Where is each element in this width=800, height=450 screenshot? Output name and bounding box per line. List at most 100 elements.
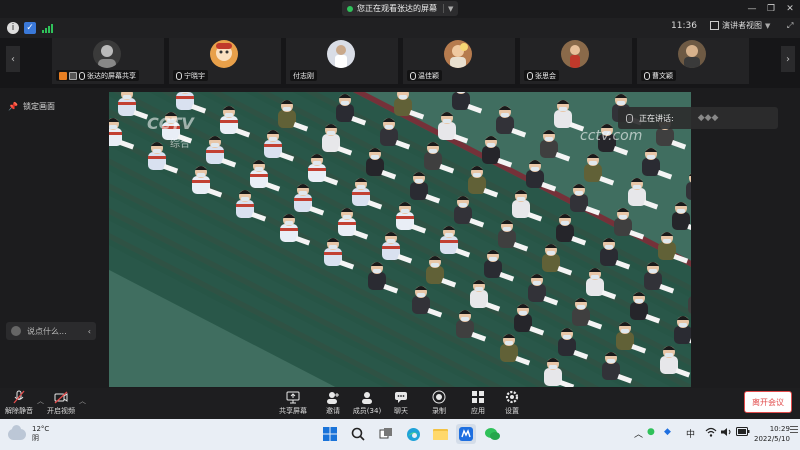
file-explorer-icon[interactable] (430, 424, 450, 444)
cctv-com-watermark: cctv.com (580, 128, 643, 144)
host-icon (59, 71, 67, 80)
participant-name: 张达的屏幕共享 (87, 71, 136, 80)
windows-start-icon[interactable] (320, 424, 340, 444)
participant-name: 宁晓宇 (184, 71, 205, 80)
avatar (327, 40, 355, 68)
start-video-button[interactable]: 开启视频 (46, 390, 76, 418)
participant-tile[interactable]: 张思会 (520, 38, 632, 84)
chat-bubble-icon (394, 390, 408, 404)
info-icon[interactable]: i (7, 22, 19, 34)
chevron-down-icon: ▼ (765, 21, 771, 30)
battery-icon[interactable] (736, 427, 750, 439)
edge-browser-icon[interactable] (403, 424, 423, 444)
restore-icon[interactable]: ❐ (763, 2, 779, 16)
temperature: 12°C (32, 425, 50, 433)
participant-name-tag: 曹文颖 (641, 70, 676, 81)
sharing-indicator-icon (347, 5, 353, 12)
notification-icon[interactable] (790, 426, 798, 442)
collapse-chat-icon[interactable]: ‹ (88, 327, 91, 336)
avatar (210, 40, 238, 68)
avatar (678, 40, 706, 68)
apps-button[interactable]: 应用 (463, 390, 493, 418)
settings-button[interactable]: 设置 (497, 390, 527, 418)
task-view-icon[interactable] (376, 424, 396, 444)
meeting-clock: 11:36 (671, 21, 697, 31)
speaking-wave-icon: ◆◆◆ (697, 113, 719, 123)
apps-grid-icon (471, 390, 485, 404)
participant-name-tag: 温佳颖 (407, 70, 442, 81)
mic-icon (176, 71, 182, 80)
participant-tile[interactable]: 宁晓宇 (169, 38, 281, 84)
system-date: 2022/5/10 (754, 435, 790, 443)
mic-icon (79, 71, 85, 80)
strip-prev-icon[interactable]: ‹ (6, 46, 20, 72)
chevron-down-icon[interactable]: ▼ (448, 5, 453, 13)
camera-off-icon (54, 390, 68, 404)
volume-icon[interactable] (720, 427, 732, 440)
view-mode-button[interactable]: 演讲者视图 ▼ (710, 20, 770, 31)
weather-condition: 阴 (32, 434, 39, 442)
search-icon[interactable] (348, 424, 368, 444)
channel-label: 综合 (170, 139, 190, 150)
participant-name-tag: 宁晓宇 (173, 70, 208, 81)
gear-icon (505, 390, 519, 404)
cctv-logo: CCTV (147, 114, 194, 133)
participant-tile[interactable]: 温佳颖 (403, 38, 515, 84)
system-clock[interactable]: 10:29 2022/5/10 (754, 424, 790, 444)
tray-overflow-icon[interactable]: ︿ (634, 427, 643, 440)
screen-share-banner[interactable]: 您正在观看张达的屏幕 ▼ (342, 1, 458, 16)
participant-tile[interactable]: 曹文颖 (637, 38, 749, 84)
invite-button[interactable]: 邀请 (318, 390, 348, 418)
system-time: 10:29 (769, 425, 790, 433)
input-method-indicator[interactable]: 中 (686, 427, 695, 440)
mic-icon (527, 71, 533, 80)
unmute-label: 解除静音 (5, 407, 33, 415)
participant-name: 付志刚 (293, 71, 314, 80)
participant-name-tag: 付志刚 (290, 70, 317, 81)
participant-name: 张思会 (535, 71, 556, 80)
minimize-icon[interactable]: — (744, 2, 760, 16)
settings-label: 设置 (505, 407, 519, 415)
shield-icon[interactable]: ✓ (24, 22, 36, 34)
weather-widget[interactable]: 12°C 阴 (8, 424, 50, 443)
mic-icon (410, 71, 416, 80)
mic-icon (644, 71, 650, 80)
chevron-up-icon[interactable]: ︿ (37, 396, 44, 406)
strip-next-icon[interactable]: › (781, 46, 795, 72)
wechat-tray-icon[interactable]: ● (647, 427, 655, 437)
emoji-icon[interactable] (11, 326, 21, 336)
speaking-label: 正在讲话: (639, 113, 674, 123)
cloud-icon (8, 424, 26, 440)
share-screen-button[interactable]: 共享屏幕 (278, 390, 308, 418)
share-screen-label: 共享屏幕 (279, 407, 307, 415)
share-screen-icon (69, 71, 77, 80)
avatar (93, 40, 121, 68)
members-button[interactable]: 成员(34) (352, 390, 382, 418)
participant-tile[interactable]: 付志刚 (286, 38, 398, 84)
view-mode-label: 演讲者视图 (722, 21, 762, 30)
banner-divider (443, 4, 444, 13)
chevron-up-icon[interactable]: ︿ (79, 396, 86, 406)
chat-button[interactable]: 聊天 (386, 390, 416, 418)
share-screen-icon (286, 390, 300, 404)
wechat-icon[interactable] (482, 424, 502, 444)
participant-name-tag: 张思会 (524, 70, 559, 81)
quick-chat-box[interactable]: 说点什么... ‹ (6, 322, 96, 340)
leave-meeting-button[interactable]: 离开会议 (744, 391, 792, 413)
participant-tile[interactable]: 张达的屏幕共享 (52, 38, 164, 84)
record-button[interactable]: 录制 (424, 390, 454, 418)
mic-icon (626, 113, 633, 123)
close-icon[interactable]: ✕ (782, 2, 798, 16)
wifi-icon[interactable] (705, 427, 717, 440)
avatar (444, 40, 472, 68)
signal-strength-icon[interactable] (42, 24, 53, 33)
meeting-tray-icon[interactable]: ◆ (664, 427, 671, 437)
participant-name-tag: 张达的屏幕共享 (56, 70, 139, 81)
unmute-button[interactable]: 解除静音 (4, 390, 34, 418)
pin-view-label: 锁定画面 (22, 102, 55, 111)
pin-view-button[interactable]: 📌 锁定画面 (8, 101, 55, 112)
participant-name: 温佳颖 (418, 71, 439, 80)
meeting-app-icon[interactable] (456, 424, 476, 444)
expand-icon[interactable]: ⤢ (787, 21, 793, 31)
mic-muted-icon (12, 390, 26, 404)
